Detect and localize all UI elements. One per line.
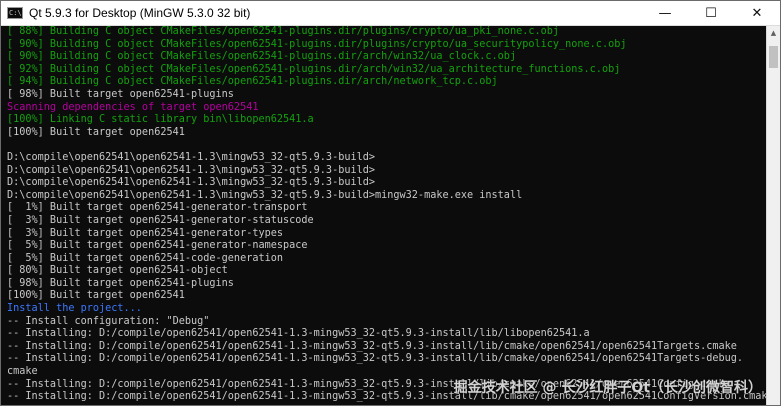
console-line: Scanning dependencies of target open6254…	[7, 101, 259, 113]
console-line: [ 5%] Built target open62541-generator-n…	[7, 240, 308, 252]
console-line: [ 90%] Building C object CMakeFiles/open…	[7, 51, 517, 63]
console-line: [ 98%] Built target open62541-plugins	[7, 277, 234, 289]
minimize-button[interactable]: —	[642, 1, 688, 25]
console-line: -- Installing: D:/compile/open62541/open…	[7, 328, 590, 340]
maximize-button[interactable]: ☐	[688, 1, 734, 25]
console-line: -- Installing: D:/compile/open62541/open…	[7, 378, 731, 390]
console-line: [ 80%] Built target open62541-object	[7, 265, 228, 277]
window-title: Qt 5.9.3 for Desktop (MinGW 5.3.0 32 bit…	[29, 6, 251, 20]
console-line: [100%] Built target open62541	[7, 290, 185, 302]
vertical-scrollbar[interactable]: ▲	[766, 26, 780, 405]
console-line: [100%] Built target open62541	[7, 126, 185, 138]
console-line: Install the project...	[7, 303, 142, 315]
console-line: [ 3%] Built target open62541-generator-s…	[7, 214, 314, 226]
scrollbar-thumb[interactable]	[769, 46, 778, 68]
console-line: [ 94%] Building C object CMakeFiles/open…	[7, 76, 498, 88]
close-button[interactable]: ✕	[734, 1, 780, 25]
console-line: [ 88%] Building C object CMakeFiles/open…	[7, 26, 560, 37]
console-window: C:\ Qt 5.9.3 for Desktop (MinGW 5.3.0 32…	[0, 0, 781, 406]
maximize-icon: ☐	[705, 5, 717, 21]
console-line: [ 1%] Built target open62541-generator-t…	[7, 202, 308, 214]
console-line: [ 5%] Built target open62541-code-genera…	[7, 252, 284, 264]
console-line: [100%] Linking C static library bin\libo…	[7, 114, 314, 126]
close-icon: ✕	[751, 5, 763, 21]
console-line: D:\compile\open62541\open62541-1.3\mingw…	[7, 177, 376, 189]
console-line: [ 90%] Building C object CMakeFiles/open…	[7, 38, 627, 50]
console-line: D:\compile\open62541\open62541-1.3\mingw…	[7, 189, 523, 201]
console-app-icon[interactable]: C:\	[7, 7, 23, 19]
console-line: [ 92%] Building C object CMakeFiles/open…	[7, 63, 621, 75]
console-line: -- Installing: D:/compile/open62541/open…	[7, 353, 744, 365]
scroll-up-arrow-icon[interactable]: ▲	[767, 26, 780, 40]
console-line: [ 98%] Built target open62541-plugins	[7, 88, 234, 100]
console-line: cmake	[7, 366, 38, 378]
minimize-icon: —	[658, 5, 672, 21]
console-line: D:\compile\open62541\open62541-1.3\mingw…	[7, 151, 376, 163]
window-controls: — ☐ ✕	[642, 1, 780, 25]
console-line: -- Installing: D:/compile/open62541/open…	[7, 340, 737, 352]
console-line: D:\compile\open62541\open62541-1.3\mingw…	[7, 164, 376, 176]
console-output[interactable]: [ 88%] Building C object CMakeFiles/open…	[1, 26, 766, 405]
console-line: -- Install configuration: "Debug"	[7, 315, 210, 327]
console-line: -- Installing: D:/compile/open62541/open…	[7, 391, 766, 403]
console-line: [ 3%] Built target open62541-generator-t…	[7, 227, 284, 239]
title-bar[interactable]: C:\ Qt 5.9.3 for Desktop (MinGW 5.3.0 32…	[1, 1, 780, 26]
